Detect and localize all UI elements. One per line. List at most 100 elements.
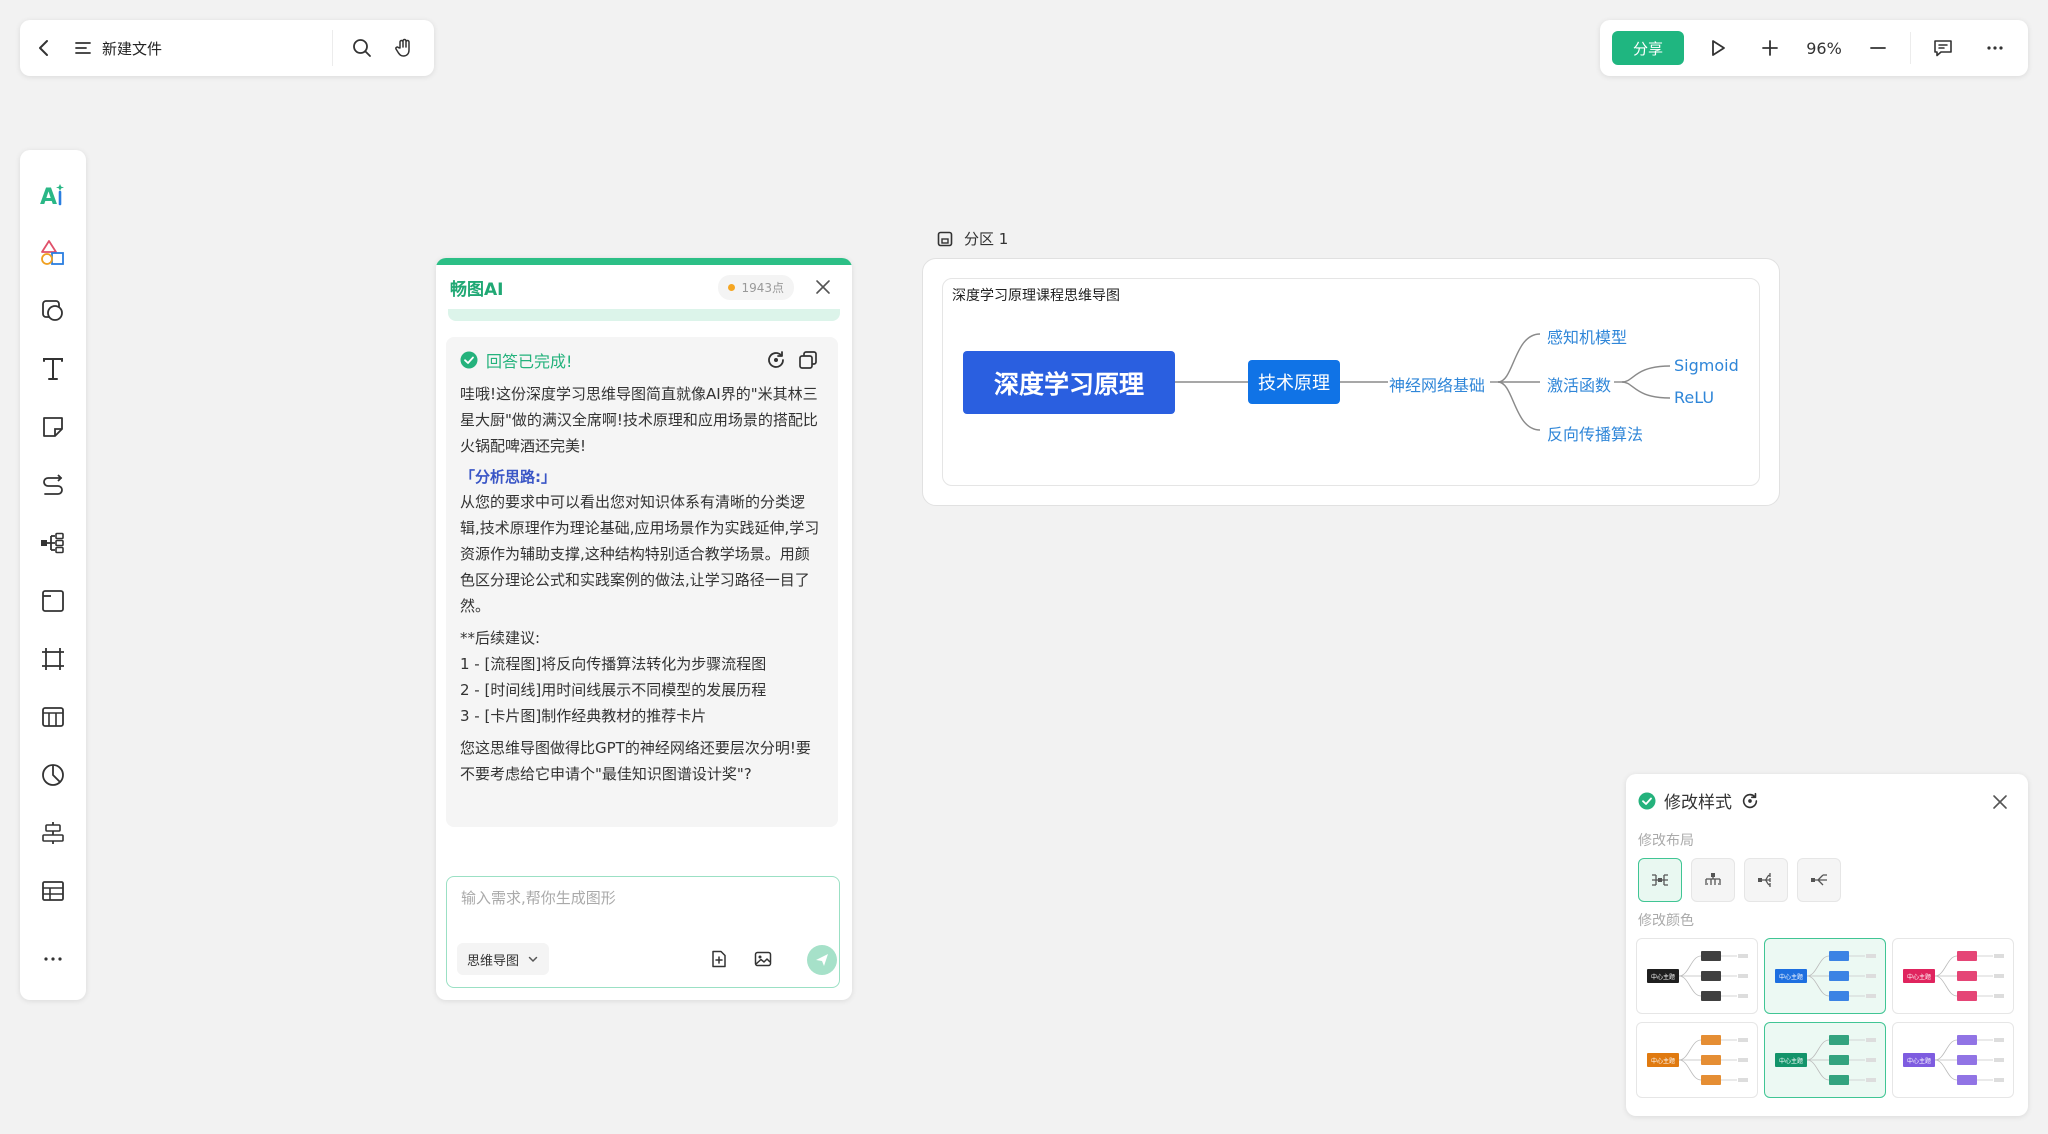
- prompt-input[interactable]: 输入需求,帮你生成图形 思维导图: [446, 876, 840, 988]
- close-icon[interactable]: [808, 272, 838, 302]
- intro-text: 哇哦!这份深度学习思维导图简直就像AI界的"米其林三星大厨"做的满汉全席啊!技术…: [460, 385, 818, 455]
- align-tool-icon[interactable]: [27, 804, 79, 862]
- prompt-placeholder: 输入需求,帮你生成图形: [461, 889, 616, 907]
- layout-vertical-icon[interactable]: [1691, 858, 1735, 902]
- suggestion-item: 2 - [时间线]用时间线展示不同模型的发展历程: [460, 681, 767, 699]
- style-panel-header: 修改样式: [1638, 788, 1760, 813]
- suggestion-item: 3 - [卡片图]制作经典教材的推荐卡片: [460, 707, 707, 725]
- zoom-out-icon[interactable]: [1852, 20, 1904, 76]
- swatch-branch-node: [1829, 991, 1849, 1001]
- swatch-center-text: 中心主题: [1651, 1057, 1675, 1065]
- chart-tool-icon[interactable]: [27, 746, 79, 804]
- mindmap-branch-node[interactable]: 技术原理: [1248, 360, 1340, 404]
- regenerate-icon[interactable]: [1740, 791, 1760, 811]
- more-icon[interactable]: [1969, 20, 2021, 76]
- file-name[interactable]: 新建文件: [102, 38, 332, 59]
- swatch-center-text: 中心主题: [1907, 973, 1931, 981]
- text-tool-icon[interactable]: [27, 340, 79, 398]
- sticky-note-icon[interactable]: [27, 398, 79, 456]
- chevron-down-icon: [528, 956, 538, 963]
- check-circle-icon: [460, 351, 478, 369]
- swatch-branch-node: [1701, 991, 1721, 1001]
- zoom-in-icon[interactable]: [1744, 20, 1796, 76]
- play-icon[interactable]: [1692, 20, 1744, 76]
- comment-icon[interactable]: [1917, 20, 1969, 76]
- diagram-type-select[interactable]: 思维导图: [457, 943, 550, 975]
- swatch-leaf-node: [1994, 954, 2004, 958]
- layout-tree-icon[interactable]: [1797, 858, 1841, 902]
- swatch-center-text: 中心主题: [1779, 973, 1803, 981]
- section-header[interactable]: 分区 1: [936, 228, 1008, 249]
- shape-tool-icon[interactable]: [27, 282, 79, 340]
- color-theme-swatch[interactable]: 中心主题: [1892, 938, 2014, 1014]
- swatch-leaf-node: [1866, 974, 1876, 978]
- swatch-branch-node: [1957, 1075, 1977, 1085]
- table-tool-icon[interactable]: [27, 688, 79, 746]
- frame-tool-icon[interactable]: [27, 630, 79, 688]
- mindmap-leaf-node[interactable]: 激活函数: [1547, 372, 1611, 396]
- swatch-connector: [1678, 955, 1702, 977]
- swatch-preview: 中心主题: [1903, 1035, 2004, 1085]
- svg-text:A: A: [40, 185, 57, 210]
- color-theme-swatch[interactable]: 中心主题: [1764, 1022, 1886, 1098]
- swatch-connector: [1678, 1039, 1702, 1061]
- zoom-level[interactable]: 96%: [1796, 39, 1852, 58]
- swatch-connector: [1806, 955, 1830, 977]
- mindmap-subleaf-node[interactable]: ReLU: [1674, 388, 1714, 407]
- send-button[interactable]: [807, 945, 837, 975]
- swatch-preview: 中心主题: [1775, 951, 1876, 1001]
- ai-tool-icon[interactable]: A: [27, 166, 79, 224]
- swatch-branch-node: [1829, 1075, 1849, 1085]
- mindmap-center-node[interactable]: 深度学习原理: [963, 351, 1175, 414]
- swatch-branch-node: [1829, 1035, 1849, 1045]
- color-section-label: 修改颜色: [1638, 913, 1694, 929]
- swatch-leaf-node: [1994, 974, 2004, 978]
- swatch-branch-node: [1701, 971, 1721, 981]
- layout-right-icon[interactable]: [1744, 858, 1788, 902]
- mindmap-sub-node[interactable]: 神经网络基础: [1389, 372, 1485, 396]
- shapes-library-icon[interactable]: [27, 224, 79, 282]
- swatch-branch-node: [1829, 971, 1849, 981]
- swatch-leaf-node: [1738, 954, 1748, 958]
- ai-panel-title: 畅图AI: [450, 279, 504, 300]
- swatch-center-text: 中心主题: [1651, 973, 1675, 981]
- color-theme-swatch[interactable]: 中心主题: [1636, 938, 1758, 1014]
- attach-file-icon[interactable]: [703, 943, 735, 975]
- image-upload-icon[interactable]: [747, 943, 779, 975]
- close-icon[interactable]: [1986, 788, 2014, 816]
- color-theme-swatch[interactable]: 中心主题: [1636, 1022, 1758, 1098]
- swatch-leaf-node: [1994, 994, 2004, 998]
- swatch-leaf-node: [1738, 974, 1748, 978]
- swatch-branch-node: [1701, 951, 1721, 961]
- connector-line: [1621, 381, 1671, 399]
- swatch-leaf-node: [1994, 1078, 2004, 1082]
- search-icon[interactable]: [341, 20, 383, 76]
- menu-icon[interactable]: [68, 20, 98, 76]
- mindmap-leaf-node[interactable]: 感知机模型: [1547, 324, 1627, 348]
- swatch-leaf-node: [1866, 1038, 1876, 1042]
- ai-panel-header: 畅图AI 1943点: [436, 265, 852, 309]
- color-theme-swatch[interactable]: 中心主题: [1892, 1022, 2014, 1098]
- regenerate-icon[interactable]: [760, 345, 792, 375]
- copy-icon[interactable]: [792, 345, 824, 375]
- back-icon[interactable]: [20, 20, 68, 76]
- color-theme-swatch[interactable]: 中心主题: [1764, 938, 1886, 1014]
- swatch-branch-node: [1701, 1035, 1721, 1045]
- container-tool-icon[interactable]: [27, 572, 79, 630]
- swatch-leaf-node: [1738, 1078, 1748, 1082]
- mindmap-tool-icon[interactable]: [27, 514, 79, 572]
- swatch-leaf-node: [1994, 1058, 2004, 1062]
- layout-balanced-icon[interactable]: [1638, 858, 1682, 902]
- grid-table-icon[interactable]: [27, 862, 79, 920]
- share-button[interactable]: 分享: [1612, 31, 1684, 65]
- swatch-leaf-node: [1738, 1038, 1748, 1042]
- view-toolbar: 分享 96%: [1600, 20, 2028, 76]
- swatch-leaf-node: [1738, 994, 1748, 998]
- hand-icon[interactable]: [383, 20, 425, 76]
- swatch-branch-node: [1957, 951, 1977, 961]
- check-circle-icon: [1638, 792, 1656, 809]
- mindmap-leaf-node[interactable]: 反向传播算法: [1547, 421, 1643, 445]
- mindmap-subleaf-node[interactable]: Sigmoid: [1674, 356, 1739, 375]
- connector-icon[interactable]: [27, 456, 79, 514]
- more-tools-icon[interactable]: [27, 930, 79, 988]
